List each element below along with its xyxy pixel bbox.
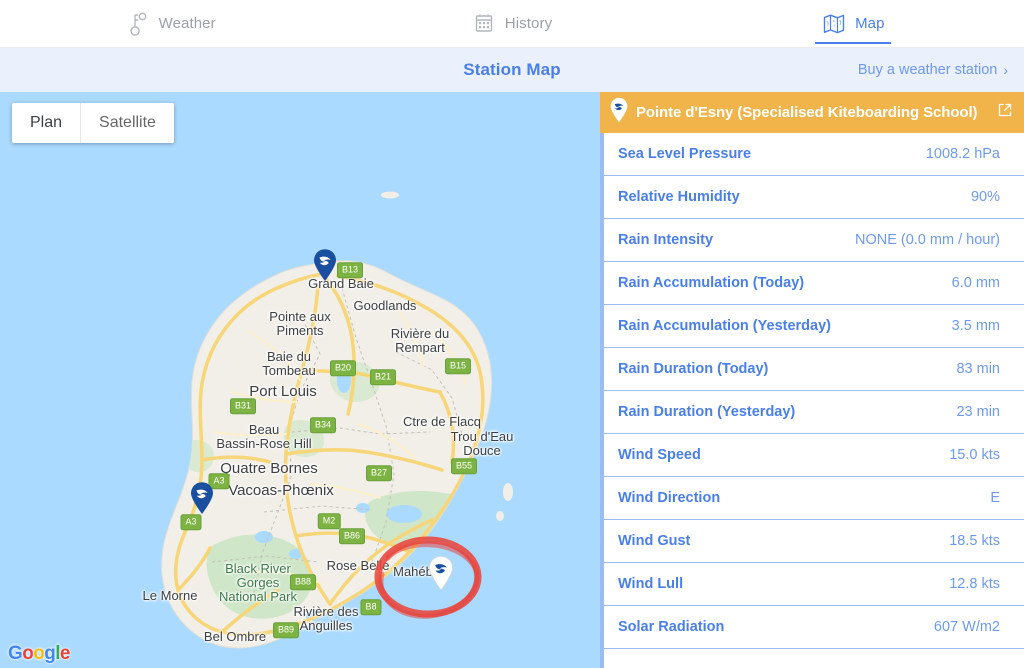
metric-label: Rain Accumulation (Yesterday) (618, 318, 831, 334)
metric-label: Wind Direction (618, 490, 721, 506)
tab-history[interactable]: History (341, 0, 682, 47)
station-marker-west-coast[interactable] (189, 481, 215, 515)
map-type-satellite-button[interactable]: Satellite (81, 103, 174, 143)
station-map[interactable]: Plan Satellite Grand Baie Goodlands Poin… (0, 92, 600, 668)
metric-row-rain-duration-yesterday: Rain Duration (Yesterday) 23 min (600, 391, 1024, 434)
metric-row-wind-speed: Wind Speed 15.0 kts (600, 434, 1024, 477)
tab-weather[interactable]: Weather (0, 0, 341, 47)
metric-value: 12.8 kts (949, 576, 1000, 592)
metric-label: Wind Speed (618, 447, 701, 463)
metric-row-sea-level-pressure: Sea Level Pressure 1008.2 hPa (600, 133, 1024, 176)
page-subheader: Station Map Buy a weather station › (0, 48, 1024, 92)
external-link-icon[interactable] (997, 102, 1013, 123)
main-tab-bar: Weather History Map (0, 0, 1024, 48)
map-pin-icon (609, 97, 629, 128)
tab-map[interactable]: Map (683, 0, 1024, 47)
metric-label: Rain Duration (Today) (618, 361, 769, 377)
thermometer-icon (126, 11, 150, 37)
map-type-plan-button[interactable]: Plan (12, 103, 81, 143)
metric-row-solar-radiation: Solar Radiation 607 W/m2 (600, 606, 1024, 649)
buy-weather-station-link[interactable]: Buy a weather station › (858, 62, 1008, 78)
metric-row-rain-intensity: Rain Intensity NONE (0.0 mm / hour) (600, 219, 1024, 262)
metric-label: Rain Accumulation (Today) (618, 275, 805, 291)
metric-value: 18.5 kts (949, 533, 1000, 549)
metric-label: Solar Radiation (618, 619, 725, 635)
google-attribution-logo: Google (8, 643, 70, 664)
buy-weather-station-label: Buy a weather station (857, 62, 998, 78)
metric-label: Sea Level Pressure (618, 146, 752, 162)
metric-row-rain-accumulation-yesterday: Rain Accumulation (Yesterday) 3.5 mm (600, 305, 1024, 348)
metric-value: 6.0 mm (951, 275, 1000, 291)
metric-label: Rain Duration (Yesterday) (618, 404, 796, 420)
metric-row-relative-humidity: Relative Humidity 90% (600, 176, 1024, 219)
tab-history-label: History (504, 15, 553, 32)
metric-label: Wind Lull (618, 576, 684, 592)
metric-label: Wind Gust (618, 533, 691, 549)
metric-row-rain-accumulation-today: Rain Accumulation (Today) 6.0 mm (600, 262, 1024, 305)
metric-value: 90% (970, 189, 1000, 205)
station-marker-pointe-desny-selected[interactable] (427, 555, 454, 591)
content-area: Plan Satellite Grand Baie Goodlands Poin… (0, 92, 1024, 668)
station-name: Pointe d'Esny (Specialised Kiteboarding … (636, 104, 978, 121)
metric-value: 15.0 kts (949, 447, 1000, 463)
metric-value: E (990, 490, 1000, 506)
folded-map-icon (822, 11, 846, 37)
metric-value: 3.5 mm (951, 318, 1000, 334)
station-panel-header: Pointe d'Esny (Specialised Kiteboarding … (600, 92, 1024, 133)
active-tab-indicator (815, 42, 892, 44)
metric-row-rain-duration-today: Rain Duration (Today) 83 min (600, 348, 1024, 391)
station-marker-grand-baie[interactable] (312, 248, 338, 282)
tab-map-label: Map (855, 15, 885, 32)
map-type-toggle[interactable]: Plan Satellite (12, 103, 174, 143)
calendar-icon (472, 11, 496, 37)
map-canvas (0, 92, 600, 668)
metric-value: 1008.2 hPa (925, 146, 1000, 162)
chevron-right-icon: › (1003, 62, 1008, 78)
metric-label: Relative Humidity (618, 189, 740, 205)
tab-weather-label: Weather (158, 15, 216, 32)
metric-value: 607 W/m2 (933, 619, 1000, 635)
metric-value: NONE (0.0 mm / hour) (854, 232, 1000, 248)
metric-row-wind-gust: Wind Gust 18.5 kts (600, 520, 1024, 563)
station-detail-panel: Pointe d'Esny (Specialised Kiteboarding … (600, 92, 1024, 668)
metric-row-next-partial (600, 649, 1024, 668)
metric-row-wind-lull: Wind Lull 12.8 kts (600, 563, 1024, 606)
metric-value: 23 min (956, 404, 1000, 420)
metric-row-wind-direction: Wind Direction E (600, 477, 1024, 520)
metric-label: Rain Intensity (618, 232, 714, 248)
metric-value: 83 min (956, 361, 1000, 377)
